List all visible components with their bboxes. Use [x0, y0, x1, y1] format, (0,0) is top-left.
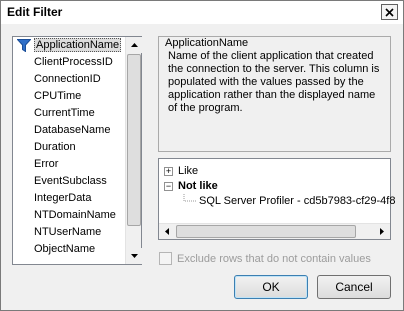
filter-tree[interactable]: + Like − Not like SQL Server Profiler - … [158, 158, 395, 240]
column-list-scrollbar[interactable] [125, 37, 142, 264]
list-item-label: NTUserName [34, 226, 102, 238]
list-item-ntusername[interactable]: NTUserName [13, 224, 125, 241]
list-item-applicationname[interactable]: ApplicationName [13, 37, 125, 54]
list-item-clientprocessid[interactable]: ClientProcessID [13, 54, 125, 71]
exclude-rows-option[interactable]: Exclude rows that do not contain values [159, 252, 371, 265]
tree-node-value[interactable]: SQL Server Profiler - cd5b7983-cf29-4f8 [199, 194, 395, 209]
list-item-cputime[interactable]: CPUTime [13, 88, 125, 105]
scroll-down-button[interactable] [126, 248, 142, 264]
description-title: ApplicationName [165, 37, 249, 49]
edit-filter-dialog: Edit Filter ApplicationName ClientProces… [0, 0, 404, 311]
ok-button[interactable]: OK [234, 275, 308, 299]
description-text: Name of the client application that crea… [168, 50, 380, 114]
list-item-label: CPUTime [34, 90, 82, 102]
list-item-label: IntegerData [34, 192, 92, 204]
collapse-icon[interactable]: − [164, 182, 173, 191]
list-item-objectname[interactable]: ObjectName [13, 241, 125, 258]
scroll-left-button[interactable] [159, 224, 175, 239]
arrow-down-icon [130, 254, 138, 258]
column-description-group: ApplicationName Name of the client appli… [158, 36, 391, 152]
list-item-connectionid[interactable]: ConnectionID [13, 71, 125, 88]
list-item-eventsubclass[interactable]: EventSubclass [13, 173, 125, 190]
list-item-ntdomainname[interactable]: NTDomainName [13, 207, 125, 224]
list-item-integerdata[interactable]: IntegerData [13, 190, 125, 207]
scroll-up-button[interactable] [126, 37, 142, 53]
column-listbox[interactable]: ApplicationName ClientProcessID Connecti… [12, 36, 142, 265]
arrow-left-icon [165, 228, 169, 235]
title-bar[interactable]: Edit Filter [1, 1, 403, 24]
exclude-rows-label: Exclude rows that do not contain values [177, 253, 371, 265]
window-title: Edit Filter [7, 5, 63, 19]
list-item-currenttime[interactable]: CurrentTime [13, 105, 125, 122]
scroll-thumb[interactable] [127, 54, 141, 226]
list-item-label: NTDomainName [34, 209, 116, 221]
arrow-up-icon [130, 43, 138, 47]
list-item-label: ConnectionID [34, 73, 101, 85]
close-icon [385, 7, 394, 17]
tree-node-label: Not like [178, 180, 218, 192]
filter-value[interactable]: SQL Server Profiler - cd5b7983-cf29-4f8 [199, 195, 395, 207]
cancel-button[interactable]: Cancel [317, 275, 391, 299]
tree-connector [183, 194, 197, 202]
scroll-thumb[interactable] [176, 225, 356, 238]
close-button[interactable] [381, 4, 398, 20]
list-item-duration[interactable]: Duration [13, 139, 125, 156]
list-item-label: Duration [34, 141, 76, 153]
tree-node-label: Like [178, 165, 199, 177]
tree-horizontal-scrollbar[interactable] [159, 223, 390, 239]
arrow-right-icon [380, 228, 384, 235]
list-item-label: Error [34, 158, 59, 170]
list-item-label: EventSubclass [34, 175, 107, 187]
expand-icon[interactable]: + [164, 167, 173, 176]
scroll-right-button[interactable] [374, 224, 390, 239]
list-item-label: ClientProcessID [34, 56, 113, 68]
list-item-label: ObjectName [34, 243, 96, 255]
list-item-error[interactable]: Error [13, 156, 125, 173]
list-item-databasename[interactable]: DatabaseName [13, 122, 125, 139]
filter-funnel-icon [17, 39, 31, 52]
list-item-label: ApplicationName [34, 38, 122, 52]
exclude-rows-checkbox[interactable] [159, 252, 172, 265]
column-list-items: ApplicationName ClientProcessID Connecti… [13, 37, 125, 264]
list-item-label: CurrentTime [34, 107, 95, 119]
list-item-label: DatabaseName [34, 124, 111, 136]
